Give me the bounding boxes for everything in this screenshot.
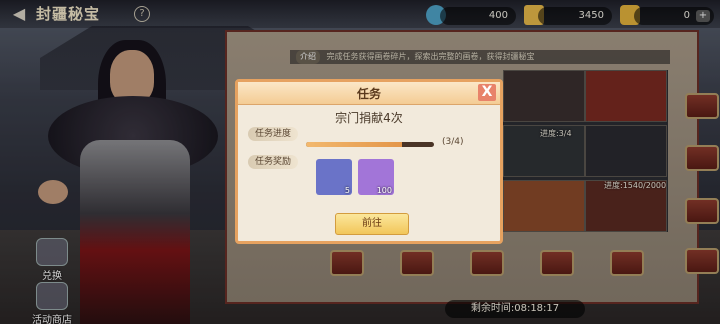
task-name: 宗门捐献4次 [335,111,403,125]
dialog-header: 任务 X [238,82,500,105]
task-progress-text: (3/4) [442,137,464,147]
reward-count: 5 [344,186,350,195]
reward-jade-item[interactable]: 100 [358,159,394,195]
task-progress-bar [306,142,434,147]
reward-count: 100 [376,186,392,195]
go-button[interactable]: 前往 [335,213,409,235]
dialog-title: 任务 [356,87,381,101]
close-button[interactable]: X [478,84,496,101]
game-background: 介绍 完成任务获得画卷碎片，探索出完整的画卷，获得封疆秘宝 进度:3/4 进度:… [0,0,720,324]
task-dialog: 任务 X 宗门捐献4次 任务进度 (3/4) 任务奖励 5 100 前往 [235,79,503,244]
reward-scroll-item[interactable]: 5 [316,159,352,195]
reward-label: 任务奖励 [248,155,298,169]
progress-label: 任务进度 [248,127,298,141]
task-progress-fill [306,142,402,147]
